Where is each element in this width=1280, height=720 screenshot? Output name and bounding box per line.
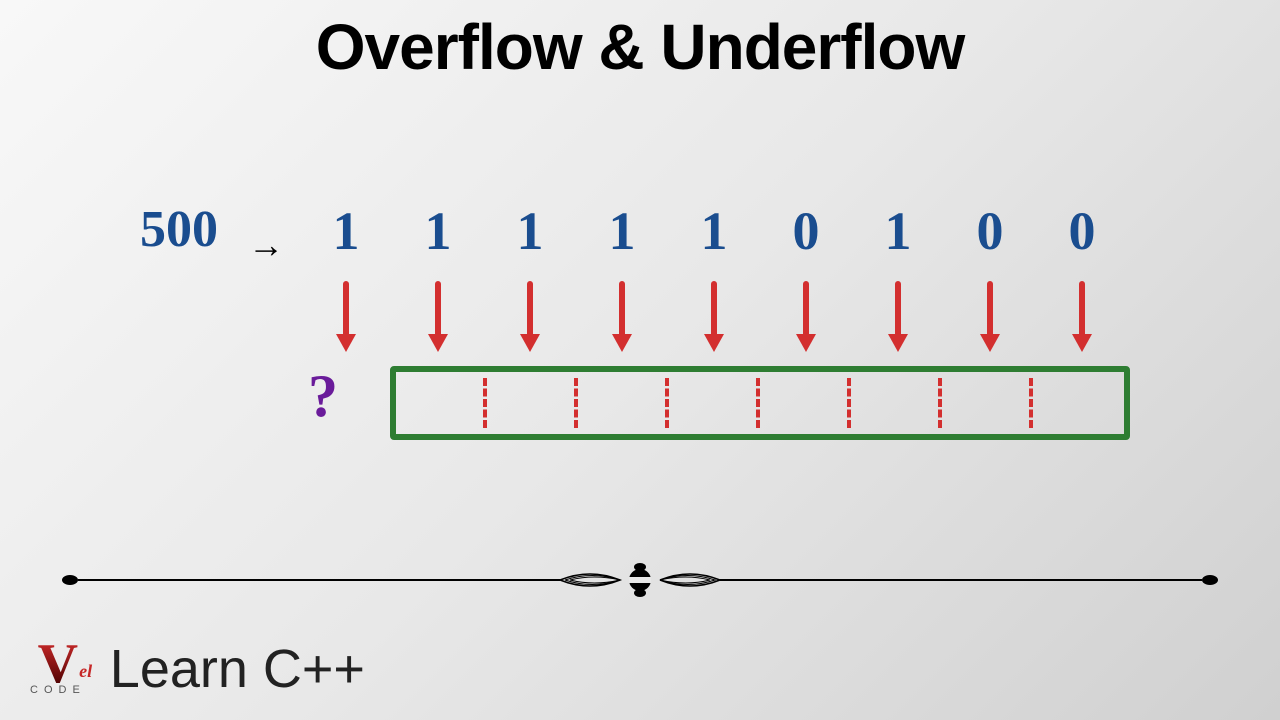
brand-logo: V el CODE (30, 642, 86, 697)
bit-4: 1 (668, 200, 760, 262)
bit-1: 1 (392, 200, 484, 262)
course-title: Learn C++ (110, 638, 365, 700)
down-arrow-icon (484, 280, 576, 354)
byte-cell (942, 372, 1033, 434)
decorative-divider (60, 560, 1220, 600)
down-arrow-icon (852, 280, 944, 354)
overflow-question-mark: ? (308, 362, 338, 431)
logo-letter: V el (38, 642, 78, 687)
binary-bits-row: 111110100 (300, 200, 1128, 262)
byte-cell (578, 372, 669, 434)
slide-title: Overflow & Underflow (0, 10, 1280, 84)
byte-cell (851, 372, 942, 434)
byte-cell (1033, 372, 1124, 434)
footer-row: V el CODE Learn C++ (30, 638, 365, 700)
byte-cell (487, 372, 578, 434)
down-arrow-icon (944, 280, 1036, 354)
bit-0: 1 (300, 200, 392, 262)
byte-cell (396, 372, 487, 434)
bit-6: 1 (852, 200, 944, 262)
down-arrow-icon (1036, 280, 1128, 354)
down-arrow-icon (760, 280, 852, 354)
bit-8: 0 (1036, 200, 1128, 262)
down-arrow-icon (300, 280, 392, 354)
down-arrow-icon (392, 280, 484, 354)
byte-cell (760, 372, 851, 434)
byte-box (390, 366, 1130, 440)
down-arrow-icon (668, 280, 760, 354)
bit-7: 0 (944, 200, 1036, 262)
down-arrow-icon (576, 280, 668, 354)
arrow-right-icon: → (248, 224, 284, 266)
byte-cell (669, 372, 760, 434)
bit-5: 0 (760, 200, 852, 262)
bit-3: 1 (576, 200, 668, 262)
overflow-diagram: 500 → 111110100 ? (140, 200, 1180, 500)
logo-suffix: el (79, 664, 92, 678)
decimal-value: 500 (140, 200, 218, 259)
down-arrows-row (300, 280, 1128, 354)
bit-2: 1 (484, 200, 576, 262)
